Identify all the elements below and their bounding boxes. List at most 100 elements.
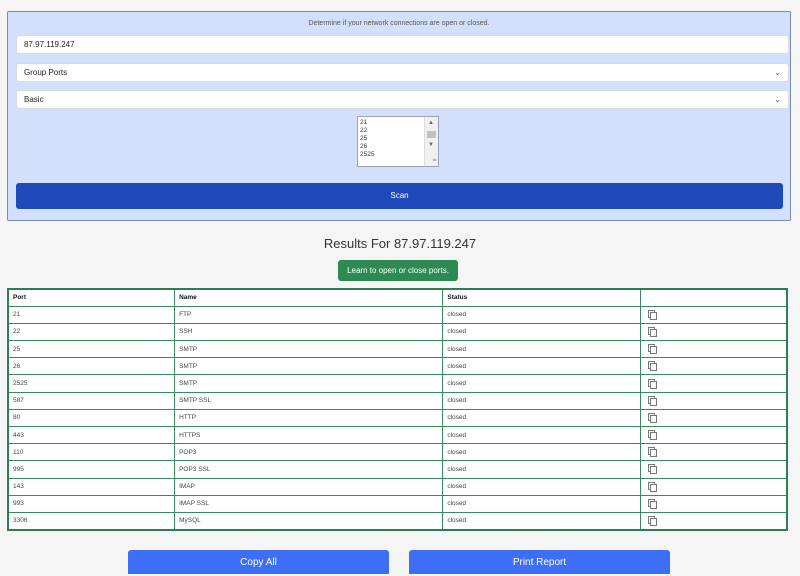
name-cell: FTP (174, 305, 444, 324)
ports-table: Port Name Status 21 FTP closed 22 SSH cl… (7, 288, 788, 531)
port-cell: 587 (7, 391, 176, 410)
name-column-header: Name (174, 288, 444, 307)
status-column-header: Status (442, 288, 641, 307)
name-cell: HTTPS (174, 425, 444, 445)
copy-icon[interactable] (647, 309, 657, 320)
port-group-select-value: Group Ports (24, 68, 68, 77)
name-cell: SMTP (174, 357, 444, 376)
table-row: 26 SMTP closed (7, 357, 788, 376)
port-cell: 110 (7, 443, 176, 462)
copy-icon[interactable] (647, 361, 657, 372)
copy-cell (639, 443, 788, 462)
name-cell: IMAP (174, 477, 444, 496)
port-cell: 993 (7, 494, 176, 513)
name-cell: SMTP (174, 340, 444, 359)
table-row: 22 SSH closed (7, 322, 788, 342)
copy-cell (639, 511, 788, 531)
copy-cell (639, 408, 788, 428)
status-cell: closed (442, 391, 641, 410)
port-listbox[interactable]: 21 22 25 26 2525 ▲ ▼ ≐ (357, 116, 439, 167)
status-cell: closed (442, 425, 641, 445)
copy-icon[interactable] (647, 447, 657, 458)
scroll-down-arrow-icon[interactable]: ▼ (428, 141, 434, 149)
table-row: 2525 SMTP closed (7, 374, 788, 393)
copy-cell (639, 374, 788, 393)
status-cell: closed (442, 460, 641, 479)
learn-ports-button[interactable]: Learn to open or close ports. (338, 260, 458, 281)
copy-cell (639, 305, 788, 324)
port-cell: 995 (7, 460, 176, 479)
status-cell: closed (442, 443, 641, 462)
name-cell: POP3 SSL (174, 460, 444, 479)
scan-form-panel: Determine if your network connections ar… (7, 11, 791, 221)
table-row: 995 POP3 SSL closed (7, 460, 788, 479)
listbox-scrollbar[interactable]: ▲ ▼ ≐ (424, 117, 438, 166)
name-cell: SMTP SSL (174, 391, 444, 410)
copy-cell (639, 477, 788, 496)
port-cell: 143 (7, 477, 176, 496)
name-cell: SMTP (174, 374, 444, 393)
results-title: Results For 87.97.119.247 (323, 236, 477, 251)
port-cell: 21 (7, 305, 176, 324)
copy-cell (639, 460, 788, 479)
copy-cell (639, 357, 788, 376)
copy-icon[interactable] (647, 515, 657, 526)
port-group-select[interactable]: Group Ports ⌄ (16, 63, 789, 82)
table-row: 3306 MySQL closed (7, 511, 788, 531)
copy-cell (639, 425, 788, 445)
port-cell: 22 (7, 322, 176, 342)
port-cell: 26 (7, 357, 176, 376)
table-row: 993 IMAP SSL closed (7, 494, 788, 513)
copy-icon[interactable] (647, 395, 657, 406)
table-row: 110 POP3 closed (7, 443, 788, 462)
name-cell: IMAP SSL (174, 494, 444, 513)
copy-icon[interactable] (647, 378, 657, 389)
resize-grip-icon[interactable]: ≐ (432, 157, 437, 165)
print-report-button[interactable]: Print Report (409, 550, 670, 574)
port-cell: 3306 (7, 511, 176, 531)
status-cell: closed (442, 408, 641, 428)
copy-icon[interactable] (647, 326, 657, 337)
copy-all-button[interactable]: Copy All (128, 550, 389, 574)
copy-icon[interactable] (647, 412, 657, 423)
copy-icon[interactable] (647, 430, 657, 441)
chevron-down-icon: ⌄ (774, 68, 781, 77)
name-cell: POP3 (174, 443, 444, 462)
scan-mode-select[interactable]: Basic ⌄ (16, 90, 789, 109)
copy-icon[interactable] (647, 344, 657, 355)
table-row: 587 SMTP SSL closed (7, 391, 788, 410)
port-cell: 443 (7, 425, 176, 445)
name-cell: HTTP (174, 408, 444, 428)
table-row: 25 SMTP closed (7, 340, 788, 359)
copy-icon[interactable] (647, 498, 657, 509)
table-row: 143 IMAP closed (7, 477, 788, 496)
status-cell: closed (442, 477, 641, 496)
copy-icon[interactable] (647, 481, 657, 492)
status-cell: closed (442, 305, 641, 324)
scroll-up-arrow-icon[interactable]: ▲ (428, 119, 434, 127)
port-cell: 80 (7, 408, 176, 428)
table-row: 443 HTTPS closed (7, 425, 788, 445)
port-column-header: Port (7, 288, 176, 307)
copy-cell (639, 322, 788, 342)
name-cell: SSH (174, 322, 444, 342)
scan-button[interactable]: Scan (16, 183, 783, 209)
table-header-row: Port Name Status (7, 288, 788, 307)
scrollbar-thumb[interactable] (427, 131, 436, 138)
table-row: 80 HTTP closed (7, 408, 788, 428)
status-cell: closed (442, 494, 641, 513)
status-cell: closed (442, 511, 641, 531)
port-cell: 2525 (7, 374, 176, 393)
table-row: 21 FTP closed (7, 305, 788, 324)
name-cell: MySQL (174, 511, 444, 531)
copy-column-header (639, 288, 788, 307)
scan-mode-select-value: Basic (24, 95, 44, 104)
chevron-down-icon: ⌄ (774, 95, 781, 104)
form-description: Determine if your network connections ar… (308, 20, 490, 27)
status-cell: closed (442, 322, 641, 342)
status-cell: closed (442, 374, 641, 393)
ip-address-input[interactable]: 87.97.119.247 (16, 35, 789, 54)
status-cell: closed (442, 340, 641, 359)
copy-cell (639, 391, 788, 410)
copy-icon[interactable] (647, 464, 657, 475)
